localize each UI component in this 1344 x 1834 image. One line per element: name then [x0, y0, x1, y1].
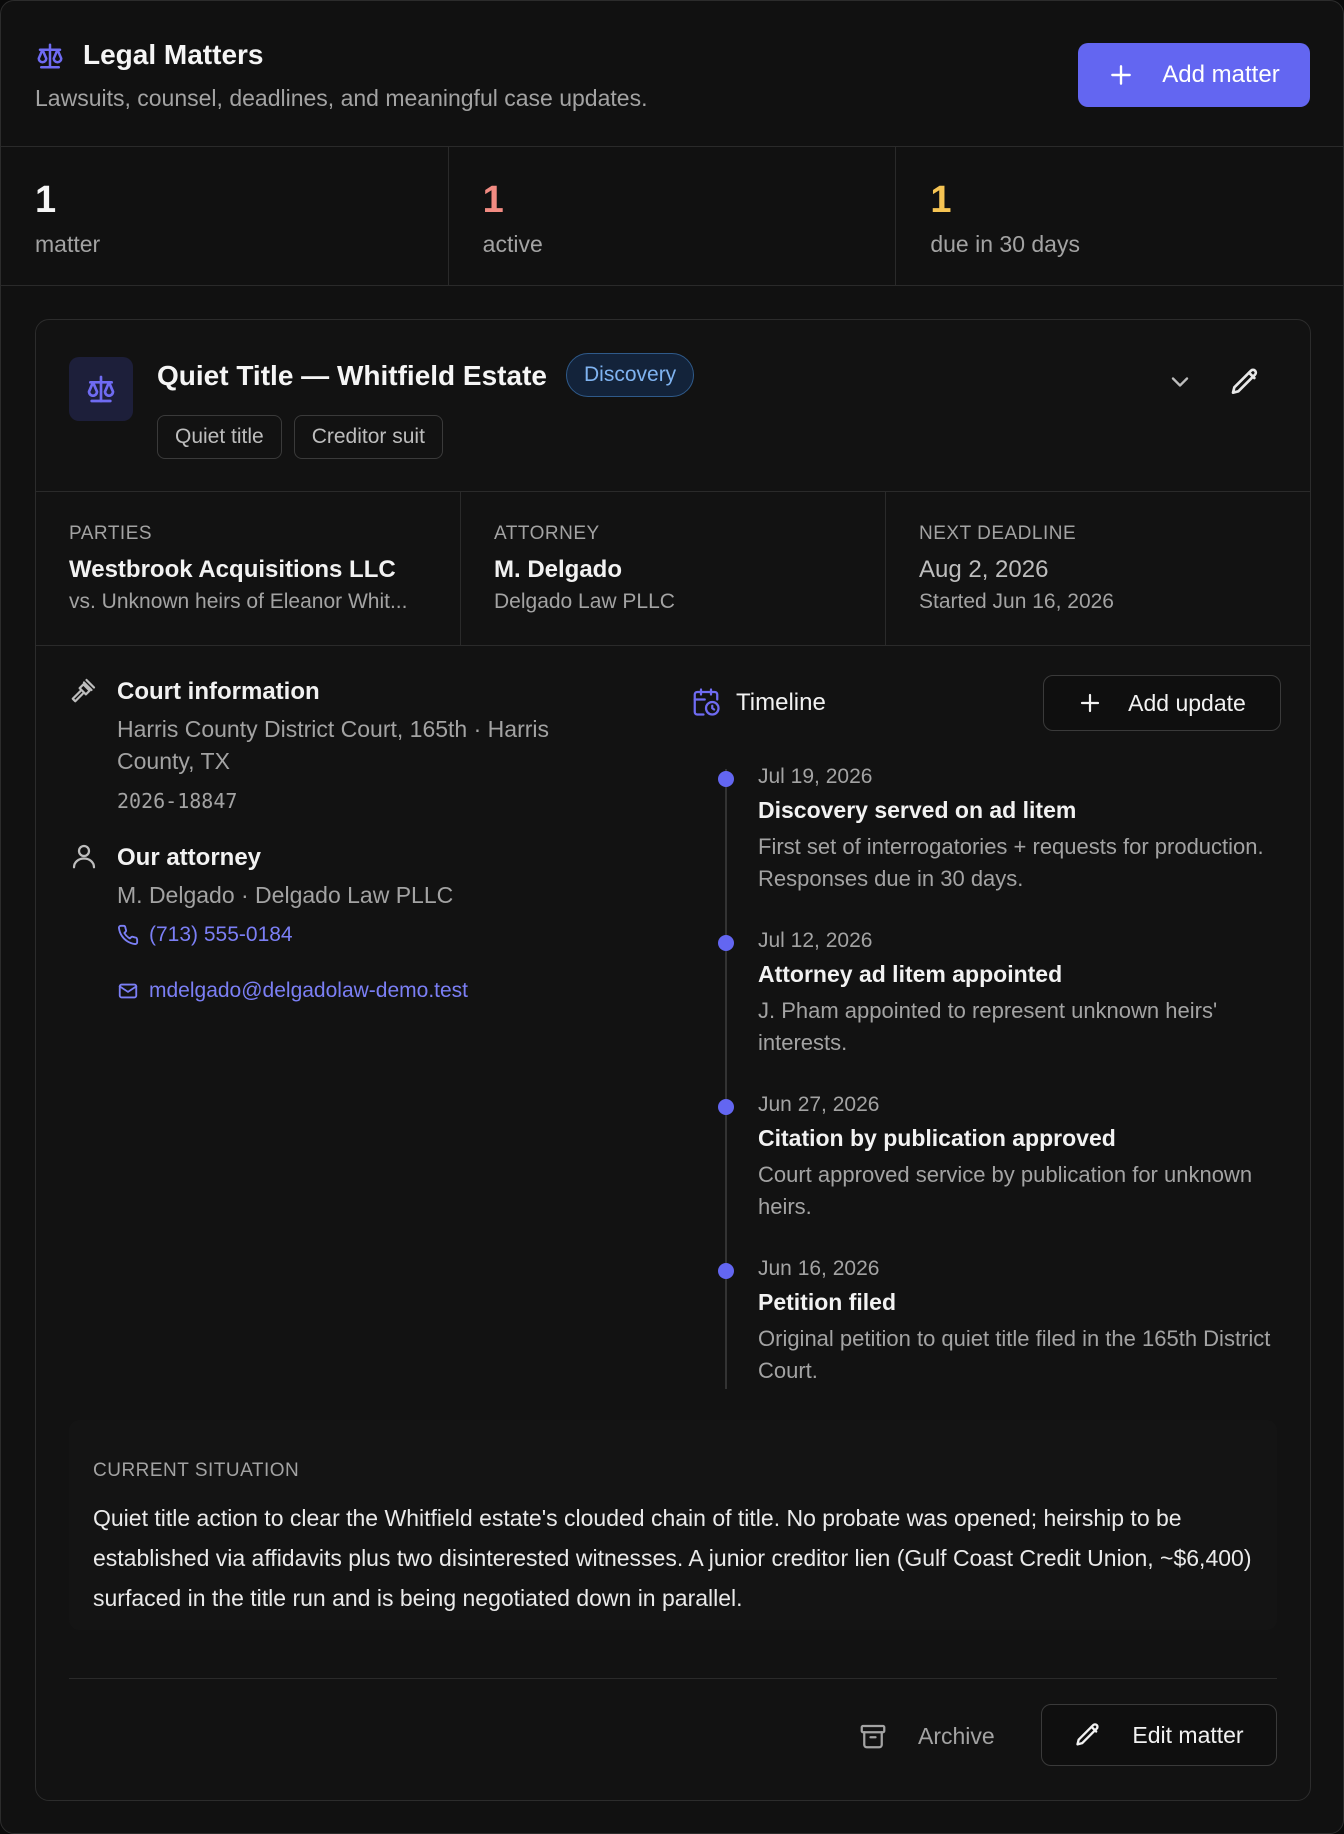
situation-text: Quiet title action to clear the Whitfiel… — [93, 1505, 1252, 1611]
our-attorney: Our attorney M. Delgado · Delgado Law PL… — [69, 841, 629, 1003]
timeline-event-desc: Court approved service by publication fo… — [758, 1162, 1253, 1219]
matter-card-header: Quiet Title — Whitfield Estate Discovery… — [36, 320, 1310, 492]
timeline-event-desc: Original petition to quiet title filed i… — [758, 1326, 1271, 1383]
status-badge: Discovery — [566, 353, 695, 397]
edit-matter-button[interactable]: Edit matter — [1041, 1704, 1277, 1766]
fact-value: Aug 2, 2026 — [919, 556, 1049, 583]
stat-value: 1 — [930, 179, 952, 221]
timeline-event-title: Citation by publication approved — [758, 1125, 1116, 1151]
court-info: Court information Harris County District… — [69, 675, 629, 813]
timeline-event-desc: J. Pham appointed to represent unknown h… — [758, 998, 1218, 1055]
stat-active: 1 active — [449, 147, 897, 285]
timeline-date: Jul 12, 2026 — [758, 929, 873, 952]
phone-icon — [118, 924, 139, 945]
timeline-event-title: Petition filed — [758, 1289, 896, 1315]
edit-matter-label: Edit matter — [1132, 1721, 1244, 1748]
panel-header: Legal Matters Lawsuits, counsel, deadlin… — [1, 1, 1343, 147]
plus-icon — [1081, 693, 1100, 713]
stat-label: matter — [35, 231, 101, 257]
court-name: Harris County District Court, 165th · Ha… — [117, 716, 549, 774]
timeline-date: Jun 16, 2026 — [758, 1257, 880, 1280]
timeline-column: Timeline Add update Jul 19, 2026 Discove… — [691, 675, 1281, 1389]
archive-label: Archive — [918, 1722, 995, 1749]
attorney-email: mdelgado@delgadolaw-demo.test — [149, 979, 469, 1002]
page-title: Legal Matters — [83, 39, 264, 70]
pencil-icon[interactable] — [1229, 366, 1261, 398]
stat-due: 1 due in 30 days — [896, 147, 1343, 285]
add-matter-label: Add matter — [1162, 61, 1280, 88]
timeline-date: Jul 19, 2026 — [758, 765, 873, 788]
timeline-line — [725, 769, 727, 1389]
fact-parties: PARTIES Westbrook Acquisitions LLC vs. U… — [36, 492, 461, 645]
archive-icon — [860, 1724, 886, 1749]
mail-icon — [118, 983, 138, 999]
matter-facts: PARTIES Westbrook Acquisitions LLC vs. U… — [36, 492, 1310, 646]
timeline-date: Jun 27, 2026 — [758, 1093, 880, 1116]
fact-value: M. Delgado — [494, 556, 623, 583]
stat-value: 1 — [35, 179, 57, 221]
situation-label: CURRENT SITUATION — [93, 1460, 300, 1481]
timeline-header: Timeline Add update — [691, 675, 1281, 733]
tag-quiet-title: Quiet title — [157, 415, 282, 459]
user-icon — [72, 844, 96, 869]
stats-row: 1 matter 1 active 1 due in 30 days — [1, 147, 1343, 286]
fact-subvalue: vs. Unknown heirs of Eleanor Whit... — [69, 590, 408, 613]
details-column: Court information Harris County District… — [69, 675, 629, 1003]
matter-title: Quiet Title — Whitfield Estate — [157, 360, 547, 391]
case-number: 2026-18847 — [117, 789, 238, 813]
attorney-phone: (713) 555-0184 — [149, 923, 293, 946]
timeline-dot — [718, 1099, 734, 1115]
court-info-title: Court information — [117, 678, 320, 705]
matter-card: Quiet Title — Whitfield Estate Discovery… — [35, 319, 1311, 1801]
scales-icon — [37, 43, 63, 69]
attorney-name: M. Delgado · Delgado Law PLLC — [117, 882, 454, 908]
fact-label: PARTIES — [69, 523, 153, 544]
add-update-label: Add update — [1128, 689, 1246, 716]
fact-deadline: NEXT DEADLINE Aug 2, 2026 Started Jun 16… — [886, 492, 1310, 645]
footer-divider — [69, 1678, 1277, 1679]
attorney-email-link[interactable]: mdelgado@delgadolaw-demo.test — [117, 979, 629, 1003]
fact-subvalue: Delgado Law PLLC — [494, 590, 675, 613]
fact-subvalue: Started Jun 16, 2026 — [919, 590, 1114, 613]
scales-icon — [87, 375, 115, 403]
timeline-event-desc: First set of interrogatories + requests … — [758, 834, 1264, 891]
attorney-title: Our attorney — [117, 844, 262, 871]
stat-label: due in 30 days — [930, 231, 1080, 257]
timeline-event-title: Attorney ad litem appointed — [758, 961, 1063, 987]
calendar-clock-icon — [693, 688, 720, 716]
timeline-title: Timeline — [736, 689, 826, 716]
page-subtitle: Lawsuits, counsel, deadlines, and meanin… — [35, 85, 648, 111]
fact-label: NEXT DEADLINE — [919, 523, 1077, 544]
timeline-dot — [718, 935, 734, 951]
chevron-down-icon[interactable] — [1166, 368, 1194, 396]
fact-attorney: ATTORNEY M. Delgado Delgado Law PLLC — [461, 492, 886, 645]
timeline-event-title: Discovery served on ad litem — [758, 797, 1077, 823]
fact-value: Westbrook Acquisitions LLC — [69, 556, 396, 583]
stat-value: 1 — [482, 179, 504, 221]
legal-matters-panel: Legal Matters Lawsuits, counsel, deadlin… — [0, 0, 1344, 1834]
stat-label: active — [482, 231, 543, 257]
add-matter-button[interactable]: Add matter — [1078, 43, 1310, 107]
fact-label: ATTORNEY — [494, 523, 600, 544]
matter-icon-tile — [69, 357, 133, 421]
current-situation: CURRENT SITUATION Quiet title action to … — [69, 1420, 1277, 1630]
timeline-dot — [718, 771, 734, 787]
attorney-phone-link[interactable]: (713) 555-0184 — [117, 923, 629, 947]
stat-matters: 1 matter — [1, 147, 449, 285]
matter-tags: Quiet title Creditor suit — [157, 415, 443, 459]
add-update-button[interactable]: Add update — [1043, 675, 1281, 731]
gavel-icon — [71, 678, 96, 703]
archive-button[interactable]: Archive — [858, 1706, 995, 1766]
timeline-dot — [718, 1263, 734, 1279]
pencil-icon — [1076, 1723, 1099, 1746]
plus-icon — [1111, 65, 1132, 85]
tag-creditor-suit: Creditor suit — [293, 415, 443, 459]
